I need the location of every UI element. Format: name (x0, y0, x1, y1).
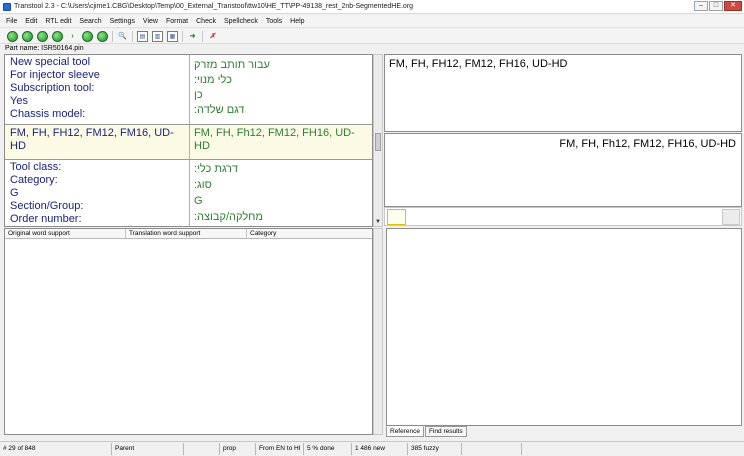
segment-scrollbar[interactable]: ▼ (373, 54, 383, 227)
source-line: New special tool (10, 56, 91, 68)
current-source-segment[interactable]: FM, FH, FH12, FM12, FM16, UD-HD (10, 127, 182, 153)
word-support-header: Original word support Translation word s… (5, 229, 372, 239)
minimize-button[interactable]: – (694, 1, 708, 11)
copy-doc-icon[interactable]: ▤ (137, 30, 148, 42)
toolbar: › 🔍 ▤ ▥ ▦ ➜ ✗ (0, 29, 744, 44)
scrollbar-thumb[interactable] (375, 133, 381, 151)
scroll-down-icon[interactable]: ▼ (375, 219, 381, 225)
source-editor-text: FM, FH, FH12, FM12, FH16, UD-HD (389, 58, 568, 70)
source-line: Section/Group: (10, 200, 84, 212)
word-support-list[interactable]: Original word support Translation word s… (4, 228, 373, 435)
go-back-icon[interactable] (82, 30, 93, 42)
info-doc-icon[interactable]: ▦ (167, 30, 178, 42)
source-segment-lines: New special tool For injector sleeve Sub… (10, 56, 100, 121)
column-original-word-support[interactable]: Original word support (5, 229, 126, 238)
status-progress: 5 % done (304, 443, 352, 455)
column-translation-word-support[interactable]: Translation word support (126, 229, 247, 238)
last-icon[interactable] (52, 30, 63, 42)
source-line: G (10, 187, 19, 199)
reference-tabs: Reference Find results (386, 426, 468, 437)
maximize-button[interactable]: □ (709, 1, 723, 11)
title-bar: Transtool 2.3 - C:\Users\cjime1.CBG\Desk… (0, 0, 744, 14)
status-empty (462, 443, 522, 455)
paste-doc-icon[interactable]: ▥ (152, 30, 163, 42)
window-controls: – □ ✕ (694, 1, 742, 11)
segment-divider (5, 159, 372, 160)
menu-settings[interactable]: Settings (110, 18, 135, 25)
source-line: Tool class: (10, 161, 62, 173)
window-title: Transtool 2.3 - C:\Users\cjime1.CBG\Desk… (14, 3, 414, 10)
cursor-cell[interactable] (387, 209, 406, 225)
jump-icon[interactable]: › (67, 31, 78, 42)
menu-bar: File Edit RTL edit Search Settings View … (0, 15, 744, 28)
source-segment-lines: Tool class: Category: G Section/Group: O… (10, 161, 83, 226)
target-line: כלי מנוי: (194, 74, 232, 86)
go-forward-icon[interactable] (97, 30, 108, 42)
menu-rtl-edit[interactable]: RTL edit (45, 18, 71, 25)
menu-help[interactable]: Help (290, 18, 304, 25)
column-category[interactable]: Category (247, 229, 372, 238)
status-direction: From EN to HI (256, 443, 304, 455)
toolbar-separator (202, 30, 203, 42)
source-line: For injector sleeve (10, 69, 100, 81)
target-editor-text[interactable]: FM, FH, Fh12, FM12, FH16, UD-HD (559, 138, 736, 150)
target-segment-lines: עבור תותב מזרק כלי מנוי: כן דגם שלדה: (194, 58, 270, 118)
target-line: דרגת כלי: (194, 163, 239, 175)
toolbar-separator (182, 30, 183, 42)
source-line: Chassis model: (10, 108, 86, 120)
status-placeholder (184, 443, 220, 455)
menu-spellcheck[interactable]: Spellcheck (224, 18, 258, 25)
segment-list-pane[interactable]: New special tool For injector sleeve Sub… (4, 54, 373, 227)
source-line: Yes (10, 95, 28, 107)
close-button[interactable]: ✕ (724, 1, 742, 11)
status-new-count: 1 486 new (352, 443, 408, 455)
menu-tools[interactable]: Tools (266, 18, 282, 25)
strip-end-button[interactable] (722, 209, 740, 225)
target-line: דגם שלדה: (194, 104, 245, 116)
source-line: Order number: (10, 213, 82, 225)
toolbar-separator (112, 30, 113, 42)
delete-mark-icon[interactable]: ✗ (207, 31, 218, 42)
find-icon[interactable]: 🔍 (117, 31, 128, 42)
segment-divider (5, 124, 372, 125)
menu-view[interactable]: View (143, 18, 158, 25)
status-bar: # 29 of 848 Parent prop From EN to HI 5 … (0, 441, 744, 456)
target-line: מחלקה/קבוצה: (194, 211, 263, 223)
status-prop: prop (220, 443, 256, 455)
target-line: עבור תותב מזרק (194, 59, 270, 71)
status-empty (522, 443, 744, 455)
source-line: Subscription tool: (10, 82, 95, 94)
editor-strip (384, 207, 742, 226)
menu-file[interactable]: File (6, 18, 17, 25)
app-icon (3, 2, 11, 11)
previous-icon[interactable] (22, 30, 33, 42)
target-editor[interactable]: FM, FH, Fh12, FM12, FH16, UD-HD (384, 133, 742, 207)
status-parent: Parent (112, 443, 184, 455)
target-line: G (194, 195, 203, 207)
tab-reference[interactable]: Reference (386, 426, 424, 437)
menu-format[interactable]: Format (166, 18, 188, 25)
menu-edit[interactable]: Edit (25, 18, 37, 25)
source-editor[interactable]: FM, FH, FH12, FM12, FH16, UD-HD (384, 54, 742, 132)
menu-check[interactable]: Check (196, 18, 216, 25)
target-line: כן (194, 89, 203, 101)
status-fuzzy-count: 385 fuzzy (408, 443, 462, 455)
target-line: סוג: (194, 179, 212, 191)
first-icon[interactable] (7, 30, 18, 42)
status-position: # 29 of 848 (0, 443, 112, 455)
column-divider (189, 55, 190, 226)
current-target-segment[interactable]: FM, FH, Fh12, FM12, FH16, UD-HD (194, 127, 366, 153)
list-scrollbar[interactable] (373, 228, 383, 435)
reference-pane[interactable] (386, 228, 742, 426)
export-icon[interactable]: ➜ (187, 31, 198, 42)
menu-search[interactable]: Search (79, 18, 101, 25)
target-segment-lines: דרגת כלי: סוג: G מחלקה/קבוצה: (194, 161, 263, 225)
tab-find-results[interactable]: Find results (425, 426, 467, 437)
toolbar-separator (132, 30, 133, 42)
source-line: Category: (10, 174, 58, 186)
next-icon[interactable] (37, 30, 48, 42)
part-name-label: Part name: ISR50164.pin (5, 45, 84, 52)
